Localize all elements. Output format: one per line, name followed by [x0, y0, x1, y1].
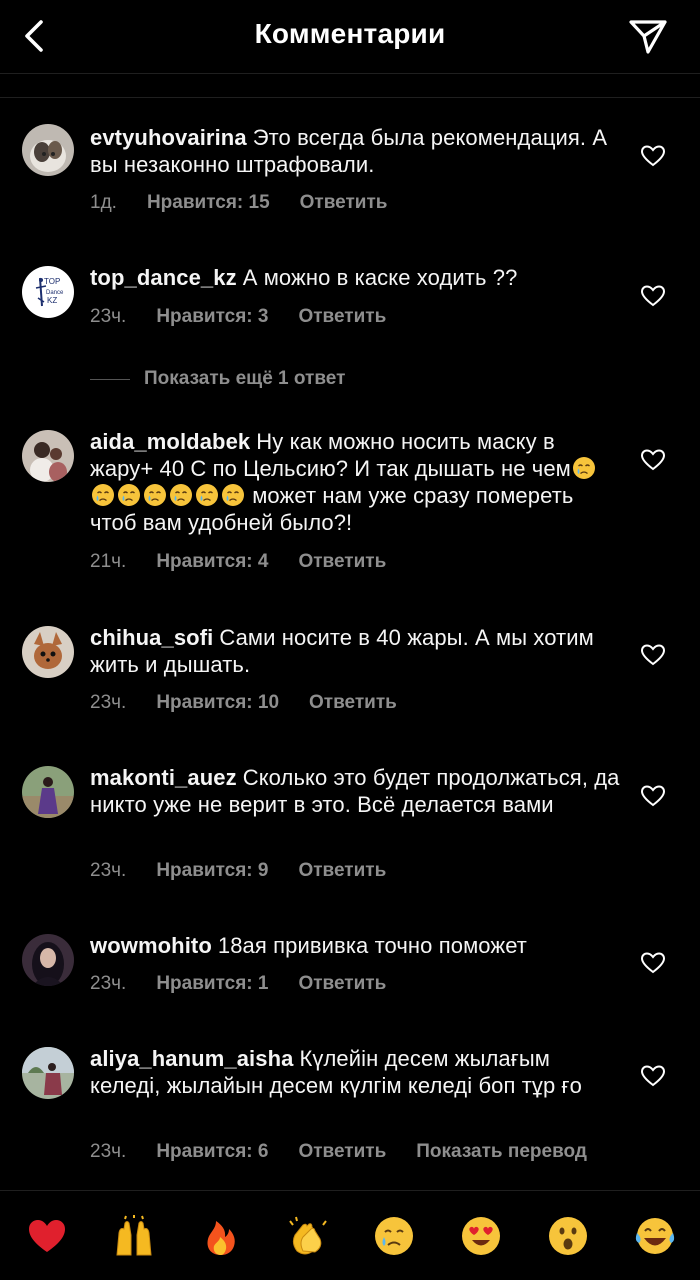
reply-button[interactable]: Ответить: [309, 692, 397, 714]
likes-count[interactable]: Нравится: 15: [147, 192, 270, 214]
header: Комментарии: [0, 0, 700, 74]
emoji-reaction-bar: [0, 1190, 700, 1280]
comments-screen: Комментарии evtyuhovairina Это всегда был…: [0, 0, 700, 1280]
reply-button[interactable]: Ответить: [298, 860, 386, 882]
comment-time: 23ч.: [90, 692, 127, 713]
crying-emoji-icon: [375, 1216, 414, 1255]
comment-meta: 1д. Нравится: 15 Ответить: [90, 192, 417, 214]
reply-button[interactable]: Ответить: [300, 192, 388, 214]
fire-emoji-button[interactable]: [200, 1215, 242, 1257]
heart-eyes-emoji-button[interactable]: [460, 1215, 502, 1257]
crying-emoji-icon: [144, 484, 166, 506]
heart-icon[interactable]: [640, 1063, 666, 1089]
avatar[interactable]: [22, 124, 74, 176]
comment-meta: 23ч. Нравится: 1 Ответить: [90, 973, 416, 995]
clapping-emoji-icon: [288, 1216, 327, 1254]
avatar[interactable]: [22, 626, 74, 678]
paper-plane-icon: [629, 20, 667, 54]
raised-hands-emoji-button[interactable]: [113, 1214, 155, 1257]
comment-username[interactable]: evtyuhovairina: [90, 125, 247, 150]
raised-hands-emoji-icon: [116, 1214, 152, 1255]
crying-emoji-icon: [170, 484, 192, 506]
comment-meta: 23ч. Нравится: 10 Ответить: [90, 692, 427, 714]
crying-emoji-icon: [92, 484, 114, 506]
heart-icon[interactable]: [640, 950, 666, 976]
heart-icon[interactable]: [640, 143, 666, 169]
heart-icon[interactable]: [640, 283, 666, 309]
page-title: Комментарии: [254, 18, 446, 49]
comment-time: 23ч.: [90, 860, 127, 881]
tears-of-joy-emoji-icon: [635, 1217, 675, 1254]
svg-text:TOP: TOP: [44, 277, 60, 286]
surprised-emoji-button[interactable]: [547, 1215, 589, 1257]
comment-body: aida_moldabek Ну как можно носить маску в…: [90, 428, 620, 536]
clapping-emoji-button[interactable]: [287, 1215, 329, 1257]
comment-text: А можно в каске ходить ??: [242, 265, 518, 290]
comment-meta: 23ч. Нравится: 3 Ответить: [90, 306, 416, 328]
comment-body: evtyuhovairina Это всегда была рекомендац…: [90, 124, 620, 178]
comment-username[interactable]: wowmohito: [90, 933, 212, 958]
heart-icon[interactable]: [640, 642, 666, 668]
reply-button[interactable]: Ответить: [298, 306, 386, 328]
likes-count[interactable]: Нравится: 4: [156, 551, 268, 573]
show-translation-button[interactable]: Показать перевод: [416, 1141, 587, 1163]
avatar[interactable]: [22, 1047, 74, 1099]
avatar[interactable]: TOP Dance KZ: [22, 266, 74, 318]
crying-emoji-button[interactable]: [373, 1215, 415, 1257]
avatar[interactable]: [22, 934, 74, 986]
comment-username[interactable]: aliya_hanum_aisha: [90, 1046, 293, 1071]
likes-count[interactable]: Нравится: 1: [156, 973, 268, 995]
comment-username[interactable]: chihua_sofi: [90, 625, 213, 650]
likes-count[interactable]: Нравится: 10: [156, 692, 279, 714]
crying-emoji-icon: [118, 484, 140, 506]
crying-emoji-icon: [196, 484, 218, 506]
comment-meta: 23ч. Нравится: 9 Ответить: [90, 860, 416, 882]
comment-time: 23ч.: [90, 1141, 127, 1162]
tears-of-joy-emoji-button[interactable]: [634, 1215, 676, 1257]
comment-username[interactable]: top_dance_kz: [90, 265, 237, 290]
comment-meta: 23ч. Нравится: 6 Ответить Показать перев…: [90, 1141, 587, 1163]
comment-time: 21ч.: [90, 551, 127, 572]
reply-button[interactable]: Ответить: [298, 973, 386, 995]
heart-icon[interactable]: [640, 783, 666, 809]
crying-emoji-icon: [572, 457, 595, 479]
likes-count[interactable]: Нравится: 3: [156, 306, 268, 328]
avatar[interactable]: [22, 430, 74, 482]
comment-body: chihua_sofi Сами носите в 40 жары. А мы х…: [90, 624, 620, 678]
likes-count[interactable]: Нравится: 9: [156, 860, 268, 882]
heart-emoji-icon: [29, 1219, 65, 1252]
divider: [90, 378, 130, 380]
comment-meta: 21ч. Нравится: 4 Ответить: [90, 551, 416, 573]
divider: [0, 97, 700, 98]
comment-body: aliya_hanum_aisha Күлейін десем жылағым к…: [90, 1045, 620, 1099]
comment-time: 23ч.: [90, 306, 127, 327]
avatar[interactable]: [22, 766, 74, 818]
likes-count[interactable]: Нравится: 6: [156, 1141, 268, 1163]
comment-body: wowmohito 18ая прививка точно поможет: [90, 932, 620, 959]
heart-eyes-emoji-icon: [462, 1216, 501, 1255]
fire-emoji-icon: [207, 1220, 235, 1255]
comment-text: 18ая прививка точно поможет: [217, 933, 527, 958]
heart-emoji-button[interactable]: [26, 1215, 68, 1257]
comment-username[interactable]: aida_moldabek: [90, 429, 250, 454]
comment-body: makonti_auez Сколько это будет продолжать…: [90, 764, 620, 818]
reply-button[interactable]: Ответить: [298, 551, 386, 573]
crying-emoji-icon: [222, 484, 244, 506]
show-more-replies-label: Показать ещё 1 ответ: [144, 368, 346, 389]
surprised-emoji-icon: [549, 1216, 588, 1255]
show-more-replies-button[interactable]: Показать ещё 1 ответ: [90, 366, 345, 392]
comment-username[interactable]: makonti_auez: [90, 765, 237, 790]
svg-text:KZ: KZ: [47, 296, 57, 305]
heart-icon[interactable]: [640, 447, 666, 473]
reply-button[interactable]: Ответить: [298, 1141, 386, 1163]
comment-time: 23ч.: [90, 973, 127, 994]
comment-time: 1д.: [90, 192, 117, 213]
comment-body: top_dance_kz А можно в каске ходить ??: [90, 264, 620, 291]
share-button[interactable]: [626, 14, 670, 58]
